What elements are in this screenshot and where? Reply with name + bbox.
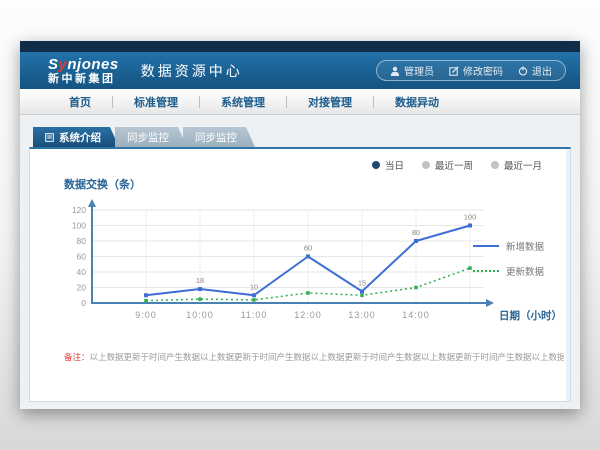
y-axis-title: 数据交换（条）	[64, 176, 141, 192]
svg-text:100: 100	[464, 213, 477, 222]
footnote-label: 备注：	[64, 352, 90, 362]
edit-icon	[449, 66, 459, 76]
legend-item-updated-data[interactable]: 更新数据	[473, 264, 544, 278]
chart-panel: 当日 最近一周 最近一月 数据交换（条） 0 20 40 60 80 100 120 9:00…	[29, 147, 571, 402]
tab-bar: 系统介绍 同步监控 同步监控	[33, 127, 571, 147]
svg-text:18: 18	[196, 276, 204, 285]
user-menu-change-password[interactable]: 修改密码	[449, 63, 503, 78]
legend-label: 更新数据	[506, 264, 544, 278]
legend-item-new-data[interactable]: 新增数据	[473, 239, 544, 253]
svg-text:100: 100	[72, 221, 86, 231]
filter-today[interactable]: 当日	[372, 158, 404, 172]
filter-label: 最近一月	[504, 158, 542, 172]
svg-text:13:00: 13:00	[348, 310, 376, 320]
radio-icon	[422, 161, 430, 169]
tab-label: 同步监控	[127, 130, 169, 145]
window-top-strip	[20, 41, 580, 52]
filter-last-month[interactable]: 最近一月	[491, 158, 542, 172]
nav-item-system-mgmt[interactable]: 系统管理	[200, 94, 286, 110]
user-menu-label: 管理员	[404, 63, 434, 78]
user-menu-logout[interactable]: 退出	[518, 63, 552, 78]
radio-selected-icon	[372, 161, 380, 169]
svg-text:0: 0	[81, 298, 86, 308]
svg-text:10: 10	[250, 282, 258, 291]
filter-last-week[interactable]: 最近一周	[422, 158, 473, 172]
svg-text:12:00: 12:00	[294, 310, 322, 320]
tab-sync-monitor-2[interactable]: 同步监控	[183, 127, 255, 147]
solid-line-icon	[473, 245, 499, 247]
content-area: 系统介绍 同步监控 同步监控 当日 最近一周	[20, 115, 580, 402]
footnote-text: 以上数据更新于时间产生数据以上数据更新于时间产生数据以上数据更新于时间产生数据以…	[90, 352, 564, 362]
footnote: 备注：以上数据更新于时间产生数据以上数据更新于时间产生数据以上数据更新于时间产生…	[64, 351, 564, 363]
nav-item-home[interactable]: 首页	[48, 94, 112, 110]
dotted-line-icon	[473, 270, 499, 272]
user-icon	[390, 66, 400, 76]
power-icon	[518, 66, 528, 76]
document-icon	[45, 133, 54, 142]
svg-text:15: 15	[358, 278, 366, 287]
user-menu-label: 修改密码	[463, 63, 503, 78]
tab-system-intro[interactable]: 系统介绍	[33, 127, 119, 147]
user-menu-admin[interactable]: 管理员	[390, 63, 434, 78]
svg-text:9:00: 9:00	[135, 310, 157, 320]
svg-text:10:00: 10:00	[186, 310, 214, 320]
filter-label: 当日	[385, 158, 404, 172]
user-menu-label: 退出	[532, 63, 552, 78]
svg-text:14:00: 14:00	[402, 310, 430, 320]
svg-text:60: 60	[304, 244, 312, 253]
tab-label: 同步监控	[195, 130, 237, 145]
svg-text:11:00: 11:00	[241, 310, 268, 320]
tab-sync-monitor-1[interactable]: 同步监控	[115, 127, 187, 147]
legend-label: 新增数据	[506, 239, 544, 253]
logo-text: Synjones	[48, 57, 119, 72]
svg-text:80: 80	[77, 236, 87, 246]
logo[interactable]: Synjones 新中新集团	[48, 57, 119, 85]
main-nav: 首页 标准管理 系统管理 对接管理 数据异动	[20, 89, 580, 115]
svg-text:日期（小时）: 日期（小时）	[499, 309, 562, 322]
svg-text:80: 80	[412, 228, 420, 237]
svg-text:40: 40	[77, 267, 87, 277]
svg-text:60: 60	[77, 252, 87, 262]
chart-legend: 新增数据 更新数据	[473, 239, 544, 278]
nav-item-data-change[interactable]: 数据异动	[374, 94, 460, 110]
nav-item-standard-mgmt[interactable]: 标准管理	[113, 94, 199, 110]
filter-label: 最近一周	[435, 158, 473, 172]
tab-label: 系统介绍	[59, 130, 101, 145]
svg-text:20: 20	[77, 283, 87, 293]
radio-icon	[491, 161, 499, 169]
user-menu: 管理员 修改密码 退出	[376, 60, 566, 81]
nav-item-interface-mgmt[interactable]: 对接管理	[287, 94, 373, 110]
logo-subtext: 新中新集团	[48, 74, 119, 85]
range-filter-group: 当日 最近一周 最近一月	[372, 158, 542, 172]
app-header: Synjones 新中新集团 数据资源中心 管理员 修改密码 退出	[20, 52, 580, 89]
app-window: Synjones 新中新集团 数据资源中心 管理员 修改密码 退出 首页 标准管…	[20, 41, 580, 409]
svg-text:120: 120	[72, 205, 86, 215]
page-title: 数据资源中心	[141, 61, 243, 81]
